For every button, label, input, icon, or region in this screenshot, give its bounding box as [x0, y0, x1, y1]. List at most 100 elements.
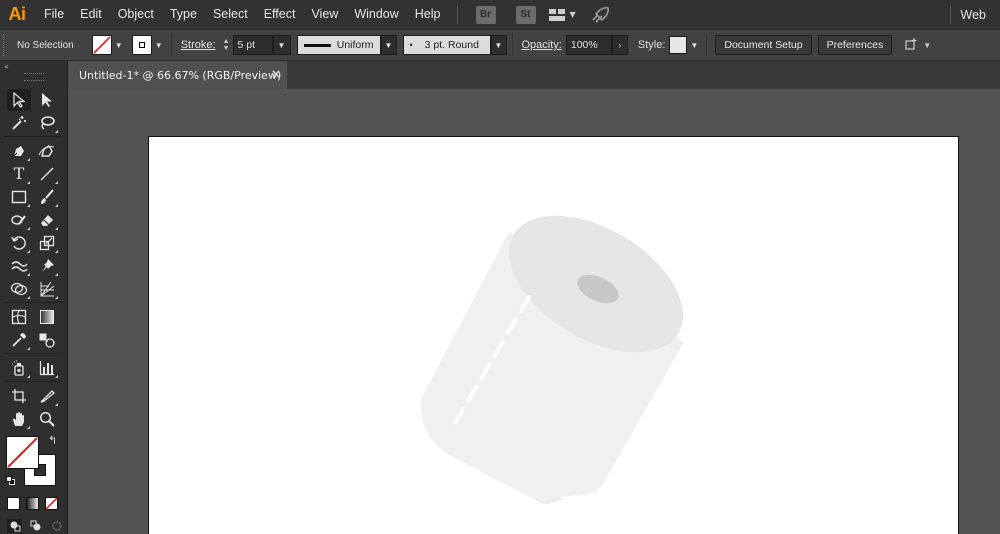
menu-view[interactable]: View: [303, 0, 346, 29]
shape-builder-tool[interactable]: [7, 278, 31, 300]
menu-file[interactable]: File: [36, 0, 72, 29]
draw-normal-button[interactable]: [7, 519, 22, 533]
preferences-button[interactable]: Preferences: [817, 35, 893, 55]
control-bar-grip[interactable]: [3, 34, 9, 56]
gradient-tool[interactable]: [35, 306, 59, 328]
fill-proxy[interactable]: [6, 436, 39, 469]
arrange-documents-button[interactable]: ▼: [548, 8, 576, 22]
tools-grip[interactable]: [23, 73, 44, 81]
artboard[interactable]: [148, 136, 959, 534]
tool-row: [0, 407, 67, 430]
pen-nib-icon: [11, 145, 24, 158]
lasso-tool[interactable]: [35, 112, 59, 134]
gradient-icon: [40, 309, 54, 324]
type-tool[interactable]: T: [7, 163, 31, 185]
brush-dropdown-chevron-icon[interactable]: ▼: [490, 35, 507, 55]
stroke-weight-stepper[interactable]: ▲ ▼ 5 pt ▼: [220, 35, 291, 55]
workspace-switcher[interactable]: Web: [949, 0, 1000, 29]
close-icon[interactable]: ×: [271, 67, 281, 81]
menu-select[interactable]: Select: [205, 0, 256, 29]
shaper-icon: [11, 214, 26, 225]
toilet-paper-artwork[interactable]: [149, 137, 960, 534]
eraser-tool[interactable]: [35, 209, 59, 231]
menu-edit[interactable]: Edit: [72, 0, 110, 29]
opacity-dropdown-chevron-icon[interactable]: ›: [611, 35, 628, 55]
eyedropper-tool[interactable]: [7, 329, 31, 351]
slice-tool[interactable]: [35, 385, 59, 407]
default-fill-stroke-icon[interactable]: [6, 476, 15, 485]
hand-tool[interactable]: [7, 408, 31, 430]
tool-row: [0, 139, 67, 162]
brush-definition-dropdown[interactable]: • 3 pt. Round: [402, 35, 491, 55]
artboard-tool[interactable]: [7, 385, 31, 407]
document-setup-button[interactable]: Document Setup: [715, 35, 812, 55]
eyedropper-icon: [12, 332, 26, 347]
draw-behind-icon: [30, 520, 40, 531]
gpu-performance-button[interactable]: [590, 6, 610, 24]
menu-help[interactable]: Help: [407, 0, 449, 29]
warp-tool[interactable]: [7, 255, 31, 277]
stroke-swatch-inner-icon: [138, 42, 145, 48]
opacity-label[interactable]: Opacity:: [518, 39, 566, 51]
none-button[interactable]: [45, 497, 58, 510]
line-icon: [40, 167, 54, 180]
menu-effect[interactable]: Effect: [256, 0, 304, 29]
color-button[interactable]: [7, 497, 20, 510]
brush-label: 3 pt. Round: [424, 39, 479, 51]
opacity-input[interactable]: 100%: [565, 35, 612, 55]
column-graph-tool[interactable]: [35, 357, 59, 379]
draw-normal-icon: [10, 521, 20, 532]
eraser-icon: [41, 214, 53, 226]
profile-dropdown-chevron-icon[interactable]: ▼: [380, 35, 397, 55]
rectangle-tool[interactable]: [7, 186, 31, 208]
stroke-weight-input[interactable]: 5 pt: [232, 35, 273, 55]
pushpin-icon: [42, 258, 54, 272]
bridge-button[interactable]: Br: [475, 5, 496, 24]
tools-collapse-button[interactable]: «: [0, 61, 67, 71]
stroke-dropdown-chevron-icon[interactable]: ▼: [152, 35, 166, 55]
stroke-swatch[interactable]: [131, 35, 152, 55]
draw-behind-button[interactable]: [28, 519, 43, 533]
hand-icon: [13, 411, 24, 426]
bar-graph-icon: [39, 360, 54, 375]
mesh-tool[interactable]: [7, 306, 31, 328]
stepper-arrows-icon[interactable]: ▲ ▼: [223, 38, 230, 52]
document-tab[interactable]: Untitled-1* @ 66.67% (RGB/Preview) ×: [68, 61, 287, 89]
menu-object[interactable]: Object: [110, 0, 162, 29]
scale-tool[interactable]: [35, 232, 59, 254]
arrange-panels-button[interactable]: ▼: [903, 37, 931, 53]
direct-selection-tool[interactable]: [35, 89, 59, 111]
fill-swatch[interactable]: [91, 35, 112, 55]
shaper-tool[interactable]: [7, 209, 31, 231]
selection-tool[interactable]: [7, 88, 31, 111]
menu-type[interactable]: Type: [162, 0, 205, 29]
menu-bar: Ai File Edit Object Type Select Effect V…: [0, 0, 1000, 29]
fill-dropdown-chevron-icon[interactable]: ▼: [112, 35, 126, 55]
paintbrush-tool[interactable]: [35, 186, 59, 208]
pen-tool[interactable]: [7, 140, 31, 162]
type-t-icon: T: [13, 164, 25, 183]
tool-divider: [4, 302, 63, 303]
stock-button[interactable]: St: [515, 5, 536, 24]
tool-row: [0, 231, 67, 254]
rotate-tool[interactable]: [7, 232, 31, 254]
gradient-button[interactable]: [26, 497, 39, 510]
swap-fill-stroke-icon[interactable]: ↰: [48, 434, 57, 447]
style-dropdown-chevron-icon[interactable]: ▼: [687, 35, 701, 55]
blend-tool[interactable]: [35, 329, 59, 351]
zoom-tool[interactable]: [35, 408, 59, 430]
stroke-weight-dropdown-chevron-icon[interactable]: ▼: [272, 35, 291, 55]
curvature-tool[interactable]: [35, 140, 59, 162]
perspective-grid-tool[interactable]: [35, 278, 59, 300]
stroke-label[interactable]: Stroke:: [177, 39, 220, 51]
menu-window[interactable]: Window: [346, 0, 406, 29]
flyout-corner-icon: [55, 272, 58, 276]
variable-width-profile-dropdown[interactable]: Uniform: [296, 35, 381, 55]
magic-wand-tool[interactable]: [7, 112, 31, 134]
draw-inside-button[interactable]: [49, 519, 64, 533]
line-segment-tool[interactable]: [35, 163, 59, 185]
puppet-warp-tool[interactable]: [35, 255, 59, 277]
graphic-style-swatch[interactable]: [669, 36, 688, 54]
symbol-sprayer-tool[interactable]: [7, 357, 31, 379]
blend-icon: [39, 333, 55, 348]
